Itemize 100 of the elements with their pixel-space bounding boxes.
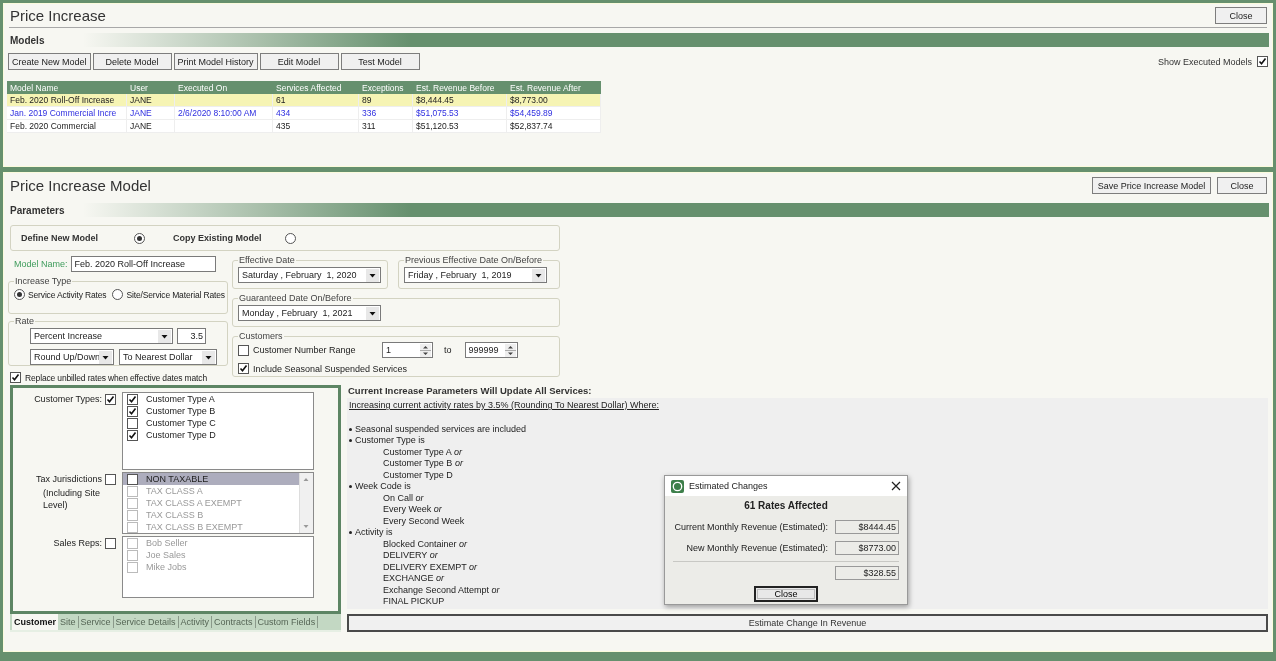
group-label: Rate (14, 316, 35, 326)
column-header[interactable]: Executed On (175, 82, 273, 93)
spinner-icon[interactable] (420, 343, 431, 357)
dropdown[interactable]: Saturday , February 1, 2020 (238, 267, 381, 283)
checkbox[interactable] (127, 429, 138, 441)
toolbar-button[interactable]: Print Model History (173, 53, 258, 70)
close-button[interactable]: Close (1217, 177, 1267, 194)
option-label: Define New Model (21, 233, 99, 243)
table-cell: Feb. 2020 Commercial (7, 120, 127, 133)
checkbox[interactable] (105, 473, 116, 485)
criterion-value: Every Second Week (383, 515, 465, 526)
tab[interactable]: Custom Fields (255, 616, 319, 628)
value-field: $8773.00 (835, 541, 899, 555)
list-item[interactable]: Customer Type B (123, 405, 313, 417)
criterion-value: EXCHANGE or (383, 573, 445, 583)
close-button[interactable]: Close (1215, 7, 1267, 24)
criterion-text: Seasonal suspended services are included (355, 423, 527, 435)
checkbox[interactable] (238, 363, 249, 374)
checkbox[interactable] (127, 405, 138, 417)
column-header[interactable]: Services Affected (273, 82, 359, 93)
table-row[interactable]: Feb. 2020 Roll-Off Increase JANE 61 89 $8,444.45 $8,773.00 (7, 94, 601, 107)
radio-button[interactable] (14, 289, 25, 300)
dropdown[interactable]: Round Up/Down (30, 349, 114, 365)
column-header[interactable]: User (127, 82, 175, 93)
radio-button[interactable] (134, 232, 145, 244)
input-field[interactable]: 3.5 (177, 328, 206, 344)
column-header[interactable]: Exceptions (359, 82, 413, 93)
list-item[interactable]: Customer Type A (123, 393, 313, 405)
save-button[interactable]: Save Price Increase Model (1092, 177, 1211, 194)
input-field[interactable]: Feb. 2020 Roll-Off Increase (70, 256, 216, 272)
table-cell: $52,837.74 (507, 120, 601, 133)
group-label: Increase Type (14, 276, 73, 286)
filter-note: (Including Site Level) (42, 487, 102, 511)
bullet-icon (349, 531, 352, 535)
criterion-value: Customer Type A or (383, 446, 462, 457)
checkbox[interactable] (127, 417, 138, 429)
checkbox[interactable] (10, 372, 21, 383)
checkbox[interactable] (127, 473, 138, 485)
table-row[interactable]: Jan. 2019 Commercial Incre JANE 2/6/2020 8:10:00 AM 434 336 $51,075.53 $54,459.89 (7, 107, 601, 120)
checkbox-label: Show Executed Models (1157, 56, 1252, 67)
tab[interactable]: Service Details (113, 616, 179, 628)
spinner-icon[interactable] (504, 343, 516, 357)
list-item[interactable]: Customer Type D (123, 429, 313, 441)
criterion-value: DELIVERY or (383, 550, 438, 560)
radio-button[interactable] (285, 232, 296, 244)
tab[interactable]: Service (78, 616, 114, 628)
column-header[interactable]: Model Name (7, 82, 127, 93)
checkbox[interactable] (238, 344, 249, 356)
criterion-text: Customer Type is (355, 435, 425, 447)
criterion-value: Customer Type B or (383, 458, 463, 468)
close-button[interactable]: Close (754, 586, 818, 602)
criterion-value: DELIVERY EXEMPT or (383, 561, 478, 572)
toolbar-button[interactable]: Edit Model (259, 53, 339, 70)
dialog-title: Estimated Changes (689, 481, 768, 491)
dropdown[interactable]: Percent Increase (30, 328, 173, 344)
toolbar-button[interactable]: Test Model (340, 53, 420, 70)
criterion-value: On Call or (383, 492, 424, 503)
checkbox[interactable] (127, 393, 138, 405)
list-item[interactable]: NON TAXABLE (123, 473, 299, 485)
bullet-icon (349, 485, 352, 489)
app-logo-icon (671, 479, 684, 493)
dropdown[interactable]: Friday , February 1, 2019 (404, 267, 548, 283)
bullet-icon (349, 427, 352, 431)
value-label: New Monthly Revenue (Estimated): (686, 543, 828, 553)
list-box[interactable]: Customer Type A Customer Type B Customer Type C Customer Type D (122, 392, 314, 470)
dropdown[interactable]: To Nearest Dollar (119, 349, 217, 365)
close-icon[interactable] (891, 481, 901, 491)
radio-button[interactable] (112, 289, 124, 300)
criterion-value: Every Week or (383, 504, 442, 514)
spin-field[interactable]: 999999 (464, 342, 518, 358)
tab[interactable]: Activity (178, 616, 213, 628)
dropdown[interactable]: Monday , February 1, 2021 (238, 305, 381, 321)
toolbar-button[interactable]: Delete Model (92, 53, 172, 70)
caret-icon (202, 350, 215, 364)
criterion-text: Week Code is (355, 481, 411, 493)
column-header[interactable]: Est. Revenue After (507, 82, 601, 93)
panel-title: Price Increase Model (10, 177, 151, 194)
caret-icon (99, 350, 112, 364)
table-row[interactable]: Feb. 2020 Commercial JANE 435 311 $51,120.53 $52,837.74 (7, 120, 601, 133)
toolbar-button[interactable]: Create New Model (8, 53, 91, 70)
checkbox-label: Customer Number Range (253, 345, 356, 355)
spin-field[interactable]: 1 (382, 342, 433, 358)
checkbox[interactable] (1257, 56, 1268, 67)
checkbox-label: Replace unbilled rates when effective dates match (25, 372, 207, 383)
list-item[interactable]: Customer Type C (123, 417, 313, 429)
checkbox[interactable] (105, 393, 116, 405)
criterion-value: Blocked Container or (383, 538, 468, 549)
caret-icon (532, 268, 546, 282)
estimate-button[interactable]: Estimate Change In Revenue (347, 614, 1268, 632)
column-header[interactable]: Est. Revenue Before (413, 82, 507, 93)
tab[interactable]: Contracts (212, 616, 256, 628)
scrollbar[interactable] (299, 473, 313, 533)
radio-label: Site/Service Material Rates (126, 289, 225, 300)
field-label: Model Name: (14, 259, 68, 269)
bullet-icon (349, 439, 352, 443)
tab[interactable]: Customer (12, 614, 58, 630)
table-cell: 435 (273, 120, 359, 133)
checkbox[interactable] (105, 537, 116, 549)
table-cell: 311 (359, 120, 413, 133)
tab[interactable]: Site (58, 616, 79, 628)
